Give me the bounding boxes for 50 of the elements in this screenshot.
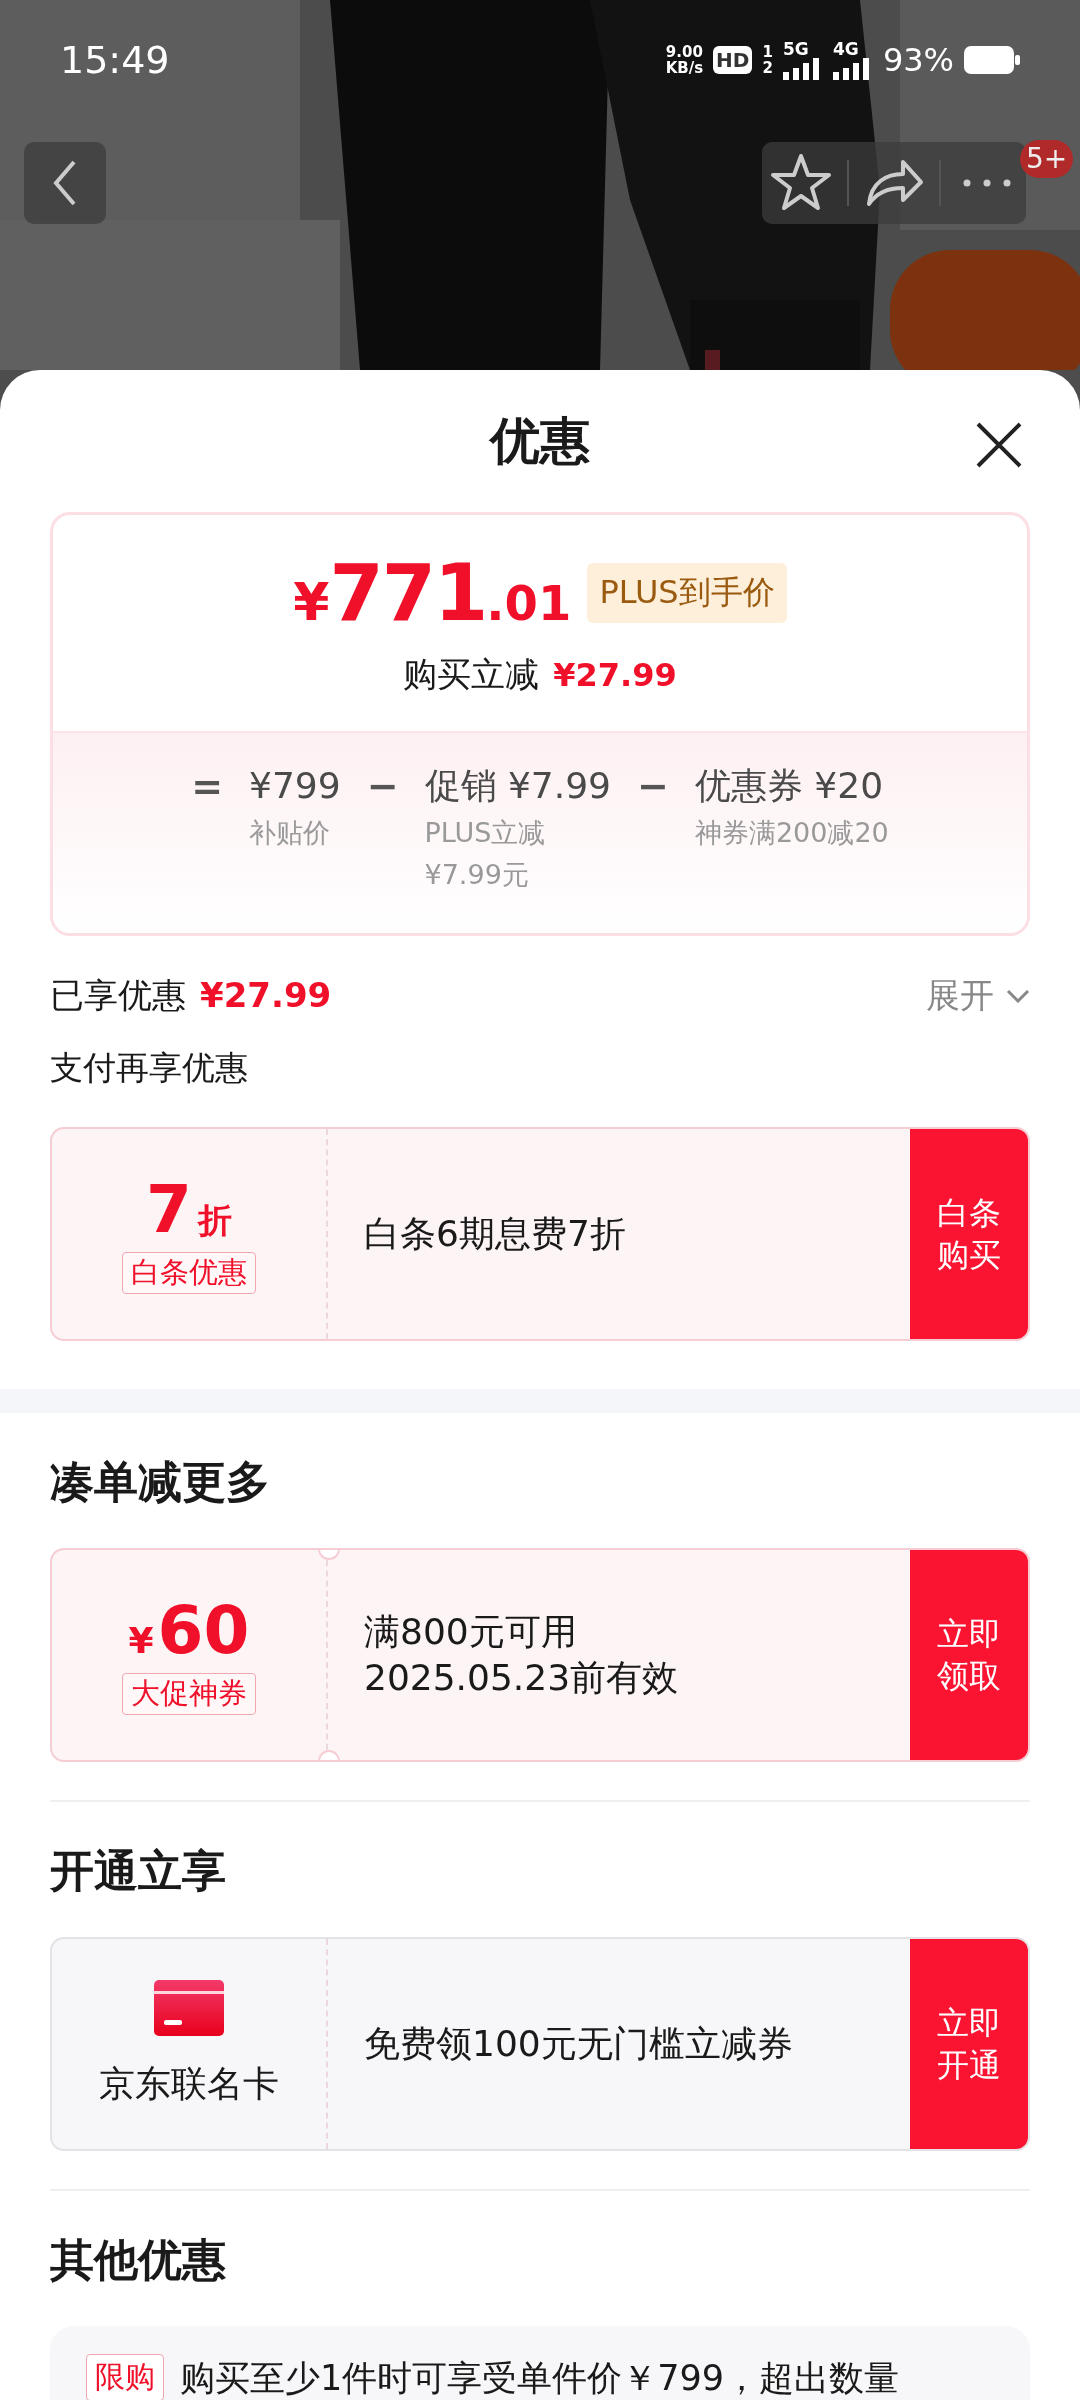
- speed-unit: KB/s: [665, 60, 704, 76]
- network-type: 4G: [832, 40, 859, 58]
- coupon-value: ¥60: [128, 1595, 250, 1667]
- operator: −: [366, 763, 399, 809]
- sim-label: 2: [762, 60, 773, 76]
- card-name: 京东联名卡: [99, 2061, 279, 2106]
- section-heading: 支付再享优惠: [50, 1047, 249, 1089]
- clock: 15:49: [60, 38, 170, 82]
- network-type: 5G: [782, 40, 809, 58]
- limit-tag: 限购: [86, 2354, 164, 2400]
- saving-label: 购买立减: [403, 653, 540, 696]
- battery-level: 93%: [882, 41, 954, 79]
- saving-amount: ¥27.99: [553, 656, 677, 694]
- offer-text: 白条6期息费7折: [364, 1212, 627, 1256]
- sheet-title: 优惠: [490, 410, 590, 472]
- amount-note: ¥7.99元: [424, 858, 530, 892]
- offer-text: 免费领100元无门槛立减券: [364, 2022, 794, 2066]
- amount: 优惠券 ¥20: [694, 764, 885, 808]
- discount-value: 7 折: [146, 1174, 232, 1246]
- back-button[interactable]: [24, 142, 106, 224]
- price: ¥771.01: [293, 548, 572, 638]
- offer-text: 满800元可用: [364, 1610, 578, 1654]
- section-heading: 凑单减更多: [50, 1455, 271, 1509]
- operator: =: [191, 763, 224, 809]
- amount: 促销 ¥7.99: [424, 764, 612, 808]
- network-speed: 9.00: [665, 44, 703, 60]
- operator: −: [637, 763, 669, 809]
- hd-badge: HD: [713, 46, 753, 74]
- price-tag: PLUS到手价: [587, 563, 787, 623]
- chevron-icon: [1006, 989, 1030, 1003]
- section-heading: 开通立享: [50, 1844, 227, 1898]
- amount-note: 补贴价: [249, 816, 332, 850]
- amount: ¥799: [249, 764, 341, 808]
- note-text: 购买至少1件时可享受单件价￥799，超出数量: [180, 2356, 900, 2400]
- action-button[interactable]: 白条购买: [910, 1129, 1028, 1339]
- action-button[interactable]: 立即领取: [910, 1550, 1028, 1760]
- close-icon[interactable]: [974, 420, 1024, 470]
- amount-note: 神券满200减20: [694, 816, 889, 850]
- enjoyed-amount: ¥27.99: [200, 975, 332, 1015]
- enjoyed-label: 已享优惠: [50, 974, 186, 1017]
- expand-toggle[interactable]: 展开: [926, 973, 1030, 1019]
- offer-tag: 白条优惠: [122, 1252, 256, 1294]
- action-button[interactable]: 立即开通: [910, 1939, 1028, 2149]
- sim-label: 1: [762, 44, 773, 60]
- offer-text: 2025.05.23前有效: [364, 1656, 680, 1700]
- offer-tag: 大促神券: [122, 1673, 256, 1715]
- credit-card-icon: [154, 1979, 224, 2036]
- section-heading: 其他优惠: [50, 2233, 227, 2287]
- battery-icon: [964, 46, 1020, 74]
- amount-note: PLUS立减: [424, 816, 547, 850]
